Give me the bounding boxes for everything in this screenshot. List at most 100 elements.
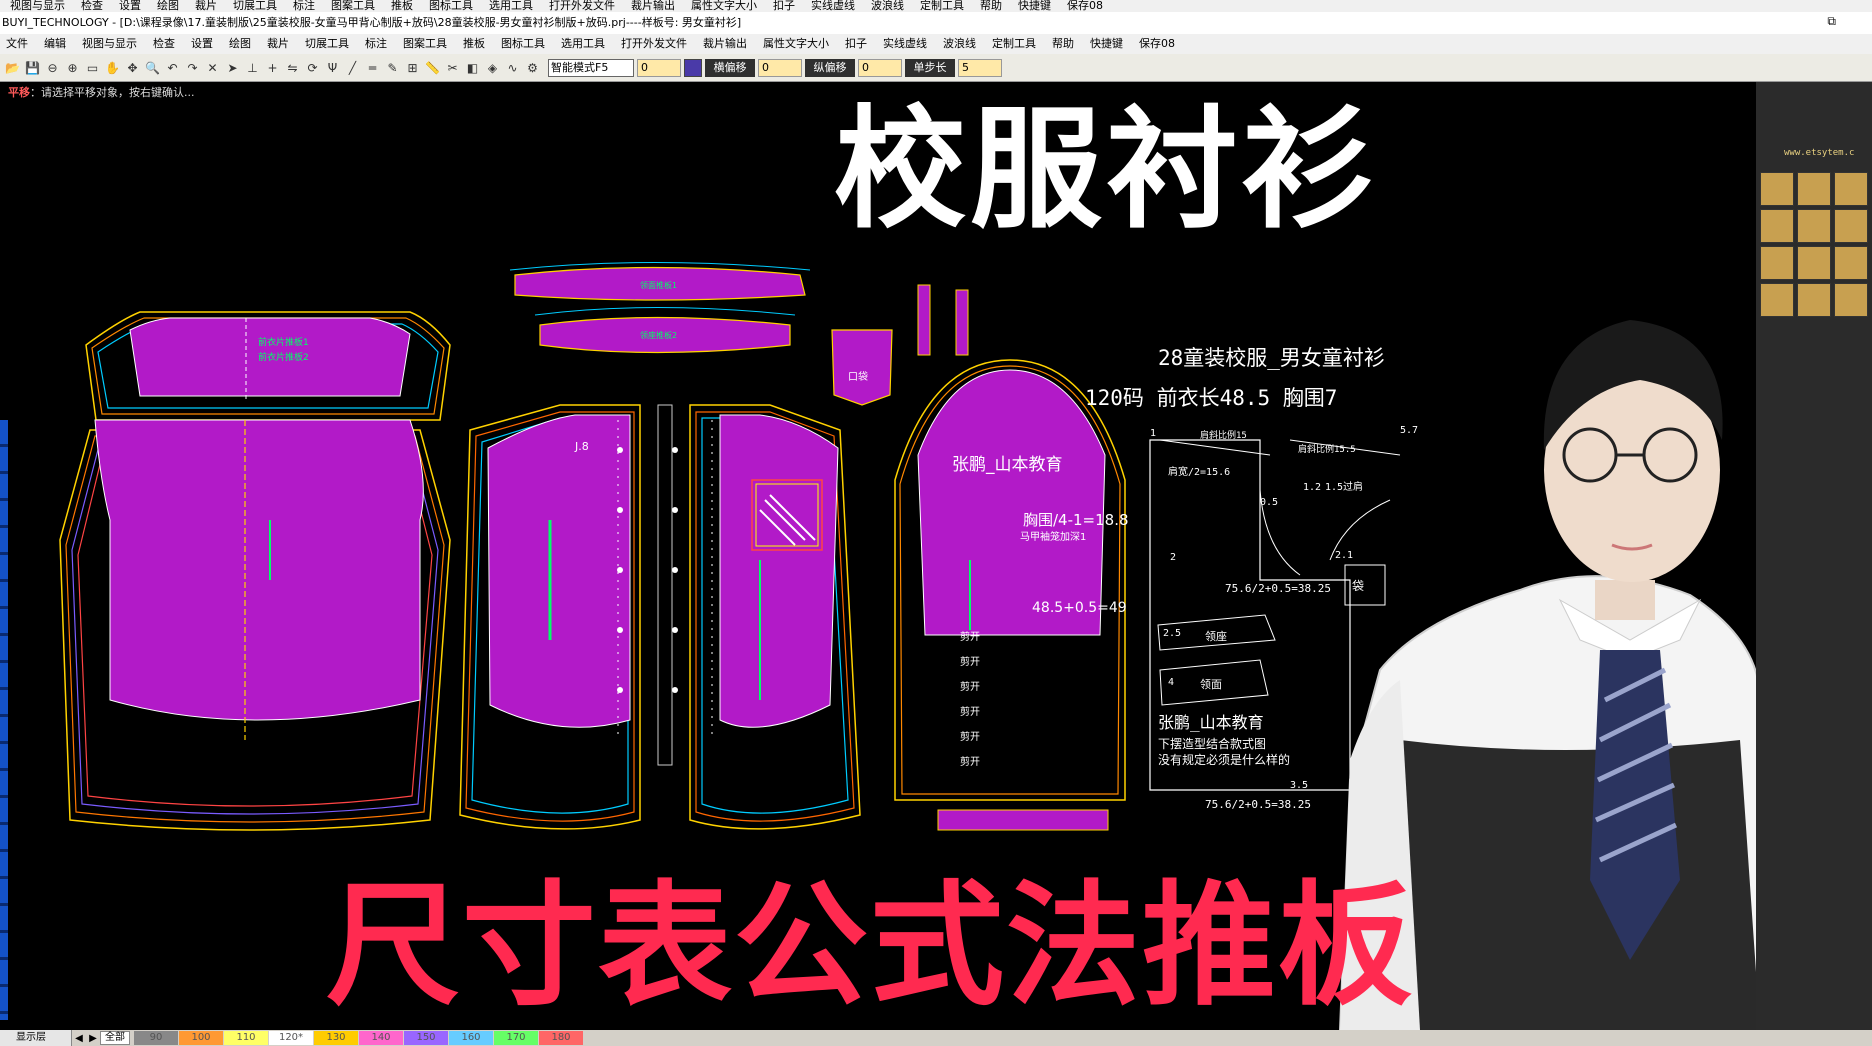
pocket-piece[interactable]: 口袋 [831,284,969,406]
menu-item[interactable]: 视图与显示 [82,37,137,50]
mirror-icon[interactable]: ⇋ [284,59,301,76]
ghost-menu-item[interactable]: 切展工具 [233,0,277,12]
line-icon[interactable]: ╱ [344,59,361,76]
cut-icon[interactable]: ✂ [444,59,461,76]
move-icon[interactable]: ✥ [124,59,141,76]
ghost-menu-item[interactable]: 波浪线 [871,0,904,12]
zoom-in-icon[interactable]: ⊕ [64,59,81,76]
ghost-menu-item[interactable]: 快捷键 [1018,0,1051,12]
menu-item[interactable]: 选用工具 [561,37,605,50]
delete-icon[interactable]: ✕ [204,59,221,76]
ghost-menu-item[interactable]: 标注 [293,0,315,12]
tool-icon[interactable] [1760,209,1794,243]
menu-item[interactable]: 属性文字大小 [763,37,829,50]
menu-item[interactable]: 图案工具 [403,37,447,50]
tool-icon[interactable] [1797,209,1831,243]
arrow-right-icon[interactable]: ▶ [86,1033,100,1044]
settings-icon[interactable]: ⚙ [524,59,541,76]
step-field[interactable]: 5 [958,58,1002,77]
menu-item[interactable]: 设置 [191,37,213,50]
size-tab[interactable]: 90 [134,1031,178,1045]
angle-field[interactable]: 0 [637,58,681,77]
color-icon[interactable]: ◧ [464,59,481,76]
size-tab[interactable]: 150 [404,1031,448,1045]
ghost-menu-item[interactable]: 视图与显示 [10,0,65,12]
ghost-menu-item[interactable]: 图标工具 [429,0,473,12]
ghost-menu-item[interactable]: 图案工具 [331,0,375,12]
tool-icon[interactable] [1760,172,1794,206]
menu-item[interactable]: 快捷键 [1090,37,1123,50]
sleeve-piece[interactable]: 张鹏_山本教育 胸围/4-1=18.8 马甲袖笼加深1 48.5+0.5=49 … [894,359,1129,831]
align-icon[interactable]: ⊥ [244,59,261,76]
size-tab[interactable]: 140 [359,1031,403,1045]
menu-item[interactable]: 保存08 [1139,37,1175,50]
tool-icon[interactable] [1760,246,1794,280]
fork-icon[interactable]: Ψ [324,59,341,76]
parallel-icon[interactable]: ═ [364,59,381,76]
ghost-menu-item[interactable]: 绘图 [157,0,179,12]
tool-icon[interactable] [1834,246,1868,280]
v-offset-field[interactable]: 0 [858,58,902,77]
tool-icon[interactable] [1834,283,1868,317]
size-tab[interactable]: 110 [224,1031,268,1045]
ghost-menu-item[interactable]: 保存08 [1067,0,1103,12]
restore-icon[interactable]: ⧉ [1827,14,1836,29]
front-left-piece[interactable]: J.8 [459,404,641,830]
redo-icon[interactable]: ↷ [184,59,201,76]
back-body-piece[interactable] [59,419,451,831]
ghost-menu-item[interactable]: 帮助 [980,0,1002,12]
tool-icon[interactable] [1797,172,1831,206]
menu-item[interactable]: 文件 [6,37,28,50]
menu-item[interactable]: 图标工具 [501,37,545,50]
front-right-piece[interactable] [689,404,861,830]
ghost-menu-item[interactable]: 裁片 [195,0,217,12]
pen-icon[interactable]: ✎ [384,59,401,76]
menu-item[interactable]: 裁片 [267,37,289,50]
ghost-menu-item[interactable]: 设置 [119,0,141,12]
ghost-menu-item[interactable]: 检查 [81,0,103,12]
zoom-out-icon[interactable]: ⊖ [44,59,61,76]
measure-icon[interactable]: 📏 [424,59,441,76]
tool-icon[interactable] [1834,209,1868,243]
menu-item[interactable]: 切展工具 [305,37,349,50]
undo-icon[interactable]: ↶ [164,59,181,76]
rotate-icon[interactable]: ⟳ [304,59,321,76]
yoke-piece[interactable]: 前衣片推板1 前衣片推板2 [85,311,451,421]
menu-item[interactable]: 扣子 [845,37,867,50]
menu-item[interactable]: 定制工具 [992,37,1036,50]
size-tab[interactable]: 180 [539,1031,583,1045]
menu-item[interactable]: 帮助 [1052,37,1074,50]
menu-item[interactable]: 裁片输出 [703,37,747,50]
ghost-menu-item[interactable]: 扣子 [773,0,795,12]
size-tab[interactable]: 160 [449,1031,493,1045]
size-tab[interactable]: 130 [314,1031,358,1045]
mode-select[interactable]: 智能模式F5 [548,58,634,77]
menu-item[interactable]: 推板 [463,37,485,50]
ghost-menu-item[interactable]: 推板 [391,0,413,12]
size-tab[interactable]: 170 [494,1031,538,1045]
ghost-menu-item[interactable]: 实线虚线 [811,0,855,12]
all-sizes-button[interactable]: 全部 [100,1031,130,1045]
menu-item[interactable]: 实线虚线 [883,37,927,50]
ghost-menu-item[interactable]: 打开外发文件 [549,0,615,12]
zoom-window-icon[interactable]: 🔍 [144,59,161,76]
color-swatch[interactable] [684,58,702,77]
curve-icon[interactable]: ∿ [504,59,521,76]
tool-icon[interactable] [1760,283,1794,317]
tool-icon[interactable] [1797,283,1831,317]
tool-icon[interactable] [1797,246,1831,280]
ghost-menu-item[interactable]: 裁片输出 [631,0,675,12]
menu-item[interactable]: 打开外发文件 [621,37,687,50]
collar-pieces[interactable]: 领面推板1 领座推板2 [509,262,811,354]
select-icon[interactable]: ➤ [224,59,241,76]
menu-item[interactable]: 绘图 [229,37,251,50]
h-offset-field[interactable]: 0 [758,58,802,77]
open-folder-icon[interactable]: 📂 [4,59,21,76]
arrow-left-icon[interactable]: ◀ [72,1033,86,1044]
crosshair-icon[interactable]: + [264,59,281,76]
menu-item[interactable]: 编辑 [44,37,66,50]
size-tab[interactable]: 120* [269,1031,313,1045]
menu-item[interactable]: 波浪线 [943,37,976,50]
tool-icon[interactable] [1834,172,1868,206]
grid-icon[interactable]: ⊞ [404,59,421,76]
